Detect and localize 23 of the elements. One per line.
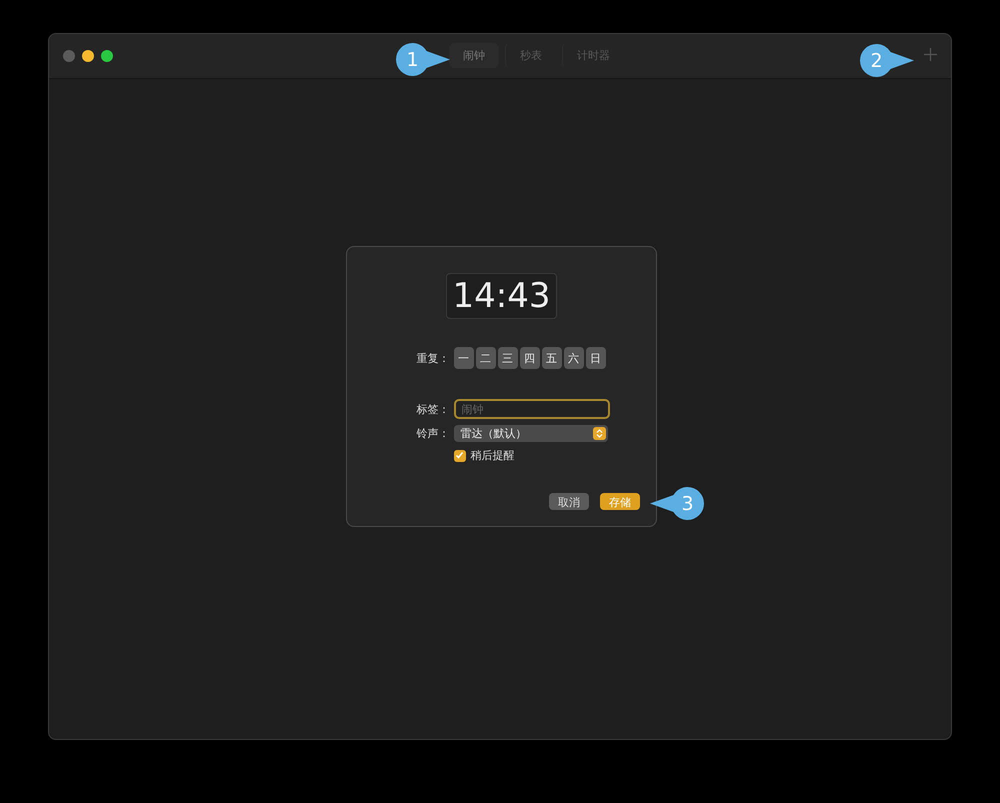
window-control[interactable] — [82, 50, 94, 62]
snooze-label: 稍后提醒 — [470, 448, 514, 463]
weekday-toggle[interactable]: 日 — [586, 347, 606, 369]
tab[interactable]: 闹钟 — [449, 43, 499, 68]
weekday-toggle[interactable]: 三 — [498, 347, 518, 369]
weekday-toggle[interactable]: 四 — [520, 347, 540, 369]
repeat-label: 重复： — [416, 350, 450, 366]
callout-badge: 2 — [860, 44, 914, 77]
weekday-toggle[interactable]: 五 — [542, 347, 562, 369]
stepper-icon — [592, 427, 606, 440]
sound-dropdown[interactable]: 雷达（默认） — [454, 425, 608, 442]
sound-label: 铃声： — [416, 426, 450, 441]
weekday-toggle[interactable]: 二 — [476, 347, 496, 369]
callout-badge: 1 — [396, 43, 450, 76]
time-display[interactable]: 14:43 — [446, 273, 558, 319]
weekday-toggle[interactable]: 六 — [564, 347, 584, 369]
callout-badge: 3 — [650, 487, 704, 520]
snooze-checkbox[interactable] — [454, 450, 466, 462]
window-control[interactable] — [101, 50, 113, 62]
weekday-toggle[interactable]: 一 — [454, 347, 474, 369]
label-label: 标签： — [416, 402, 450, 416]
label-field[interactable]: 闹钟 — [454, 399, 610, 419]
cancel-button[interactable]: 取消 — [549, 493, 589, 510]
